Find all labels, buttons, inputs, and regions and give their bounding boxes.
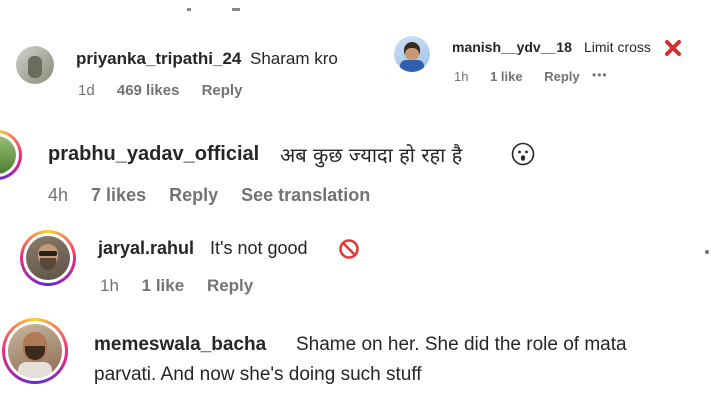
reply-button[interactable]: Reply [169, 185, 218, 205]
likes-count[interactable]: 469 likes [117, 82, 180, 99]
comment-time: 1h [100, 276, 119, 295]
comment-text: It's not good [210, 238, 308, 258]
comment-time: 1h [454, 69, 469, 84]
surprised-face-emoji-icon [511, 142, 535, 166]
reply-button[interactable]: Reply [207, 276, 253, 295]
more-options-icon[interactable]: ••• [592, 68, 608, 82]
cropped-top-artifact [187, 8, 191, 11]
reply-button[interactable]: Reply [544, 69, 579, 84]
comment-username[interactable]: priyanka_tripathi_24 [76, 49, 241, 69]
reply-button[interactable]: Reply [202, 82, 243, 99]
comment-username[interactable]: prabhu_yadav_official [48, 143, 259, 166]
comment-text-line-2: parvati. And now she's doing such stuff [94, 364, 422, 385]
comment-meta: 1d 469 likes Reply [78, 82, 260, 99]
comment-meta: 1h 1 like Reply [100, 276, 271, 296]
comment-username[interactable]: manish__ydv__18 [452, 39, 572, 55]
comment-meta: 4h 7 likes Reply See translation [48, 185, 388, 206]
avatar[interactable] [26, 236, 70, 280]
cross-mark-emoji-icon [665, 40, 681, 56]
comment-time: 1d [78, 82, 95, 99]
comment-text: Limit cross [584, 39, 651, 55]
prohibited-emoji-icon [339, 239, 359, 259]
see-translation-link[interactable]: See translation [241, 185, 370, 205]
likes-count[interactable]: 1 like [490, 69, 523, 84]
avatar[interactable] [8, 324, 62, 378]
comment-time: 4h [48, 185, 69, 205]
avatar[interactable] [16, 46, 54, 84]
comment-meta: 1h 1 like Reply [454, 69, 598, 84]
likes-count[interactable]: 7 likes [91, 185, 146, 205]
comment-text: अब कुछ ज्यादा हो रहा है [280, 143, 463, 167]
comment-username[interactable]: jaryal.rahul [98, 238, 194, 259]
comment-text-line-1: Shame on her. She did the role of mata [296, 334, 627, 355]
avatar[interactable] [394, 36, 430, 72]
likes-count[interactable]: 1 like [142, 276, 185, 295]
cropped-top-artifact [232, 8, 240, 11]
more-options-icon[interactable] [705, 250, 709, 254]
comment-username[interactable]: memeswala_bacha [94, 334, 266, 356]
comment-text: Sharam kro [250, 49, 338, 68]
